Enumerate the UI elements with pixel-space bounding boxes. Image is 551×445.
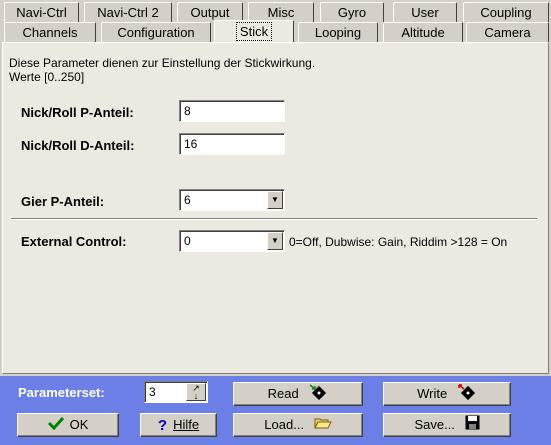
tab-configuration[interactable]: Configuration (101, 22, 211, 42)
load-button-label: Load... (264, 417, 305, 432)
external-control-label: External Control: (21, 234, 127, 249)
nick-roll-d-label: Nick/Roll D-Anteil: (21, 138, 135, 153)
floppy-disk-icon (465, 415, 480, 436)
gier-p-value: 6 (184, 193, 191, 207)
nick-roll-p-label: Nick/Roll P-Anteil: (21, 105, 134, 120)
gier-p-combo[interactable]: 6 ▼ (179, 189, 285, 211)
tab-misc[interactable]: Misc (248, 2, 314, 22)
hilfe-button-label: Hilfe (173, 417, 200, 432)
up-down-arrows-icon[interactable]: ↗ ↓ (186, 383, 206, 401)
tab-gyro[interactable]: Gyro (320, 2, 384, 22)
ok-button[interactable]: OK (17, 413, 119, 437)
save-button-label: Save... (414, 417, 455, 432)
gier-p-label: Gier P-Anteil: (21, 194, 105, 209)
question-mark-icon: ? (157, 417, 168, 435)
divider (11, 218, 537, 220)
write-button-label: Write (417, 386, 448, 401)
folder-open-icon (313, 415, 332, 436)
panel-description: Diese Parameter dienen zur Einstellung d… (9, 56, 315, 84)
tab-camera[interactable]: Camera (466, 22, 549, 42)
description-line-2: Werte [0..250] (9, 70, 85, 84)
read-button[interactable]: Read (233, 382, 363, 406)
nick-roll-p-input[interactable]: 8 (179, 100, 285, 122)
tab-coupling[interactable]: Coupling (463, 2, 549, 22)
load-button[interactable]: Load... (233, 413, 363, 437)
checkmark-icon (47, 415, 64, 436)
tab-user[interactable]: User (393, 2, 457, 22)
stick-panel: Diese Parameter dienen zur Einstellung d… (2, 42, 549, 374)
footer-bar: Parameterset: 3 ↗ ↓ Read Write OK ? Hilf… (0, 376, 551, 445)
tab-output[interactable]: Output (177, 2, 243, 22)
tab-looping[interactable]: Looping (298, 22, 378, 42)
tab-stick[interactable]: Stick (214, 20, 294, 43)
write-device-icon (457, 383, 477, 406)
tab-navi-ctrl[interactable]: Navi-Ctrl (4, 2, 79, 22)
parameterset-value: 3 (149, 385, 156, 399)
parameterset-spinner[interactable]: 3 ↗ ↓ (144, 381, 208, 403)
external-control-combo[interactable]: 0 ▼ (179, 230, 285, 252)
description-line-1: Diese Parameter dienen zur Einstellung d… (9, 56, 316, 70)
read-device-icon (308, 383, 328, 406)
save-button[interactable]: Save... (383, 413, 511, 437)
tab-channels[interactable]: Channels (4, 22, 96, 42)
nick-roll-d-input[interactable]: 16 (179, 133, 285, 155)
hilfe-button[interactable]: ? Hilfe (140, 413, 217, 437)
tab-navi-ctrl-2[interactable]: Navi-Ctrl 2 (84, 2, 172, 22)
chevron-down-icon[interactable]: ▼ (267, 232, 283, 250)
tab-altitude[interactable]: Altitude (383, 22, 463, 42)
external-control-value: 0 (184, 234, 191, 248)
ok-button-label: OK (69, 417, 89, 432)
chevron-down-icon[interactable]: ▼ (267, 191, 283, 209)
parameterset-label: Parameterset: (18, 385, 105, 400)
write-button[interactable]: Write (383, 382, 511, 406)
read-button-label: Read (267, 386, 299, 401)
external-control-hint: 0=Off, Dubwise: Gain, Riddim >128 = On (289, 235, 508, 249)
